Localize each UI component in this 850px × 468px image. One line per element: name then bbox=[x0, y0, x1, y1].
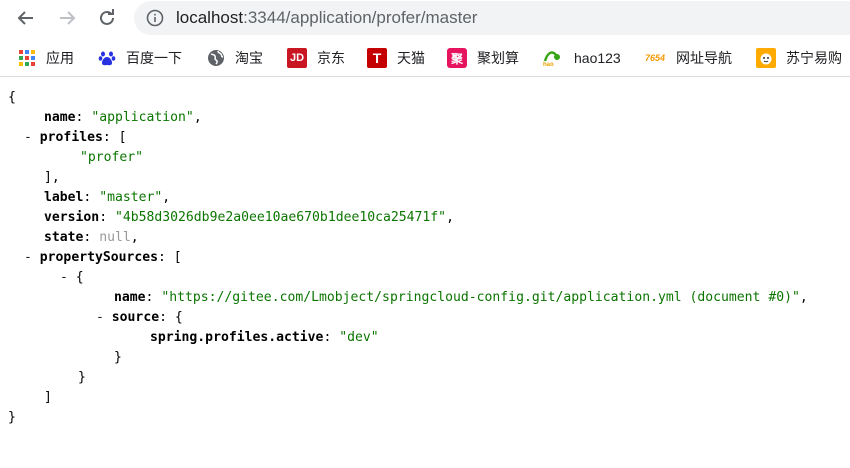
info-icon[interactable] bbox=[146, 9, 164, 27]
reload-button[interactable] bbox=[95, 6, 119, 30]
collapse-toggle[interactable]: - bbox=[24, 130, 32, 145]
svg-text:hao: hao bbox=[543, 62, 554, 67]
forward-arrow-icon bbox=[60, 11, 76, 25]
bookmarks-bar: 应用 百度一下 淘宝 JD 京东 T 天猫 聚 聚划算 hao hao123 7… bbox=[0, 40, 850, 77]
bookmark-taobao[interactable]: 淘宝 bbox=[207, 46, 263, 70]
json-profiles-item: "profer" bbox=[80, 150, 144, 165]
bookmark-7654[interactable]: 7654 网址导航 bbox=[644, 46, 732, 70]
tmall-icon: T bbox=[367, 48, 387, 68]
bookmark-hao123[interactable]: hao hao123 bbox=[542, 46, 621, 70]
globe-icon bbox=[207, 49, 225, 67]
json-profiles-line: - profiles: [ bbox=[24, 130, 127, 145]
jd-icon: JD bbox=[287, 48, 307, 68]
bookmark-suning[interactable]: 苏宁易购 bbox=[756, 46, 842, 70]
browser-toolbar: localhost:3344/application/profer/master bbox=[0, 0, 850, 36]
json-name-value: "application" bbox=[91, 110, 194, 125]
bookmark-label: 聚划算 bbox=[477, 50, 519, 66]
suning-icon bbox=[756, 48, 776, 68]
json-propertySources-line: - propertySources: [ bbox=[24, 250, 182, 265]
json-state-line: state: null, bbox=[44, 230, 139, 245]
forward-button[interactable] bbox=[55, 6, 79, 30]
bookmark-label: 苏宁易购 bbox=[786, 50, 842, 66]
bookmark-label: hao123 bbox=[574, 50, 621, 66]
bookmark-juhuasuan[interactable]: 聚 聚划算 bbox=[447, 46, 519, 70]
json-source-line: - source: { bbox=[96, 310, 183, 325]
json-name-line: name: "application", bbox=[44, 110, 202, 125]
bookmark-label: 京东 bbox=[317, 50, 345, 66]
bookmark-jd[interactable]: JD 京东 bbox=[287, 46, 345, 70]
apps-grid-icon bbox=[18, 49, 36, 67]
bookmark-label: 网址导航 bbox=[676, 50, 732, 66]
7654-icon: 7654 bbox=[644, 53, 666, 63]
juhuasuan-icon: 聚 bbox=[447, 48, 467, 68]
json-root-open: { bbox=[8, 90, 16, 105]
json-propertySources-close: ] bbox=[44, 390, 52, 405]
json-label-line: label: "master", bbox=[44, 190, 171, 205]
baidu-paw-icon bbox=[98, 49, 116, 67]
url-host: localhost bbox=[176, 8, 244, 27]
json-source-prop-line: spring.profiles.active: "dev" bbox=[150, 330, 379, 345]
bookmark-tmall[interactable]: T 天猫 bbox=[367, 46, 425, 70]
collapse-toggle[interactable]: - bbox=[96, 310, 104, 325]
back-arrow-icon bbox=[17, 11, 33, 25]
json-root-close: } bbox=[8, 410, 16, 425]
url-path: :3344/application/profer/master bbox=[243, 8, 478, 27]
collapse-toggle[interactable]: - bbox=[60, 270, 68, 285]
bookmark-label: 天猫 bbox=[397, 50, 425, 66]
back-button[interactable] bbox=[14, 6, 38, 30]
json-version-line: version: "4b58d3026db9e2a0ee10ae670b1dee… bbox=[44, 210, 454, 225]
collapse-toggle[interactable]: - bbox=[24, 250, 32, 265]
bookmark-label: 应用 bbox=[46, 50, 74, 66]
bookmark-apps[interactable]: 应用 bbox=[18, 46, 74, 70]
hao123-icon: hao bbox=[542, 49, 564, 67]
json-profiles-close: ], bbox=[44, 170, 60, 185]
url-text[interactable]: localhost:3344/application/profer/master bbox=[176, 8, 477, 28]
bookmark-baidu[interactable]: 百度一下 bbox=[98, 46, 182, 70]
json-source-close: } bbox=[114, 350, 122, 365]
bookmark-label: 淘宝 bbox=[235, 50, 263, 66]
json-ps-item-close: } bbox=[78, 370, 86, 385]
json-ps-item-open: - { bbox=[60, 270, 84, 285]
reload-icon bbox=[100, 9, 114, 25]
bookmark-label: 百度一下 bbox=[126, 50, 182, 66]
json-ps-name-line: name: "https://gitee.com/Lmobject/spring… bbox=[114, 290, 808, 305]
address-bar[interactable]: localhost:3344/application/profer/master bbox=[134, 1, 850, 35]
